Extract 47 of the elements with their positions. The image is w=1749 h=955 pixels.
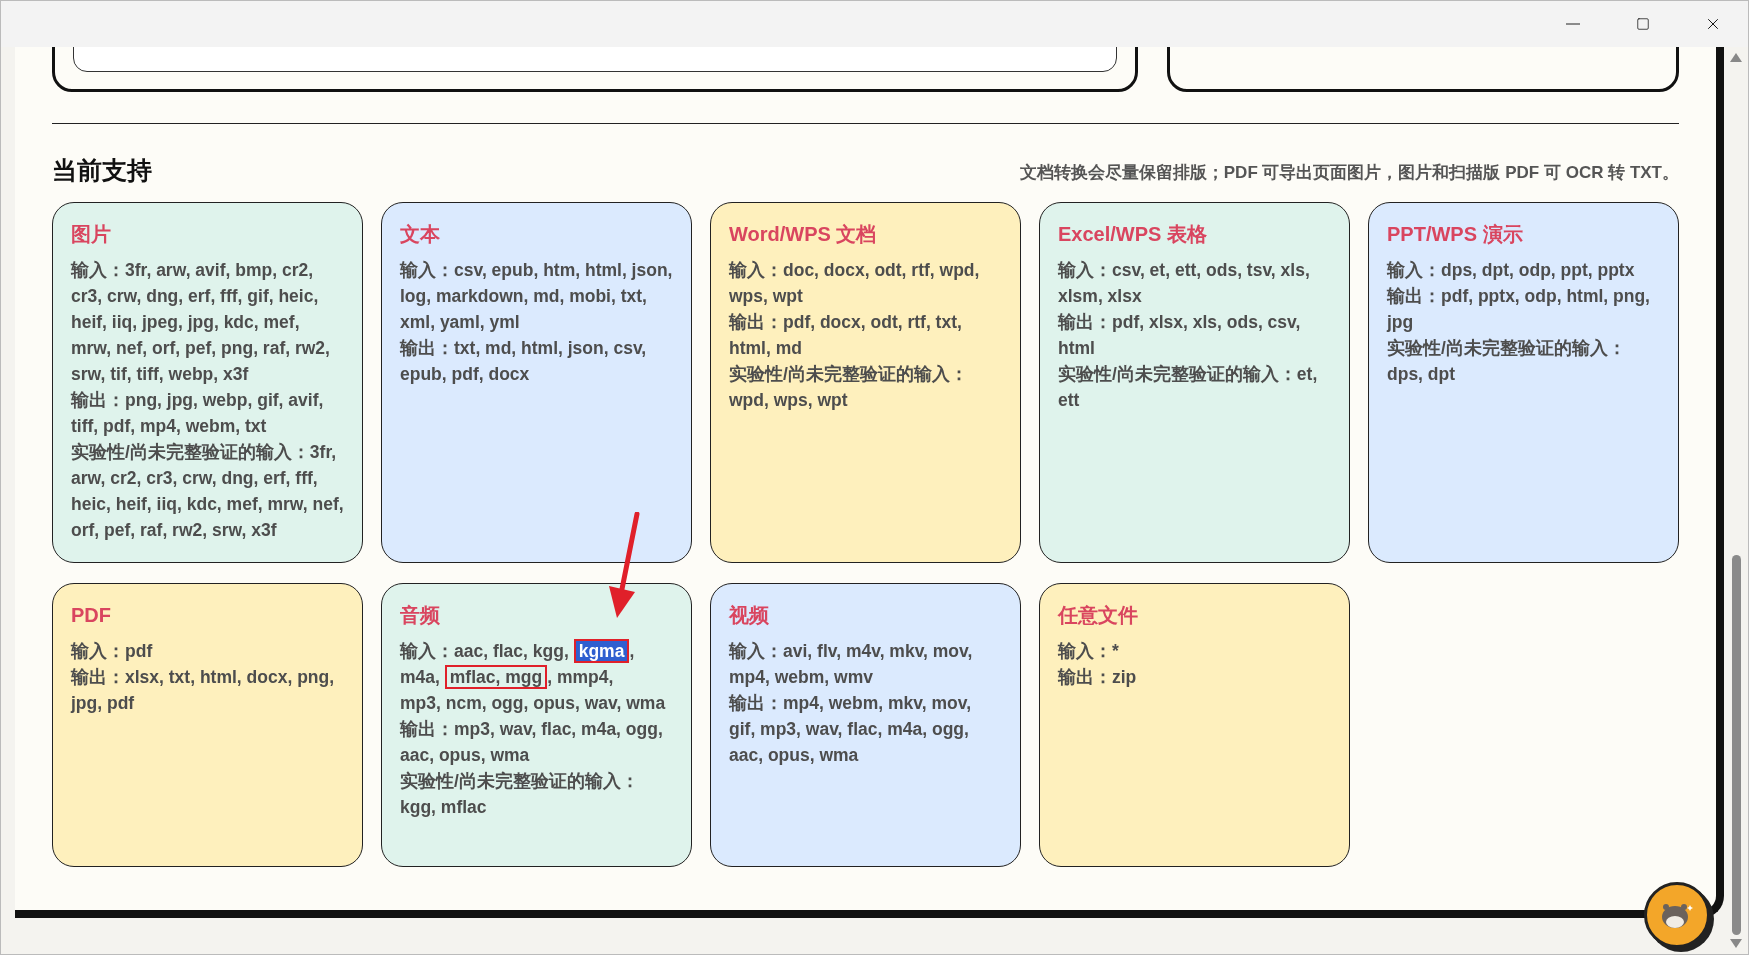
format-list: 实验性/尚未完整验证的输入：wpd, wps, wpt	[729, 361, 1002, 413]
format-list: 输出：pdf, docx, odt, rtf, txt, html, md	[729, 309, 1002, 361]
format-list: 输入：*	[1058, 638, 1331, 664]
card-title: PPT/WPS 演示	[1387, 222, 1524, 247]
selected-text: kgma	[573, 639, 630, 663]
format-list: 输入：pdf	[71, 638, 344, 664]
format-list: 实验性/尚未完整验证的输入：kgg, mflac	[400, 768, 673, 820]
format-list: 输入：csv, epub, htm, html, json, log, markdown, md, mobi, txt, xml, yaml, yml	[400, 257, 673, 335]
format-list: 输出：zip	[1058, 664, 1331, 690]
card-title: Word/WPS 文档	[729, 222, 878, 247]
format-text: , mmp4,	[547, 667, 614, 687]
scroll-up-icon	[1730, 53, 1742, 62]
format-list: 输入：avi, flv, m4v, mkv, mov, mp4, webm, wmv	[729, 638, 1002, 690]
section-note: 文档转换会尽量保留排版；PDF 可导出页面图片，图片和扫描版 PDF 可 OCR 转 TXT。	[1019, 162, 1679, 184]
format-list: 输出：pdf, pptx, odp, html, png, jpg	[1387, 283, 1660, 335]
card-title: 音频	[400, 603, 441, 628]
format-list: 输入：doc, docx, odt, rtf, wpd, wps, wpt	[729, 257, 1002, 309]
format-list: 输入：csv, et, ett, ods, tsv, xls, xlsm, xlsx	[1058, 257, 1331, 309]
card-title: 图片	[71, 222, 112, 247]
section-title: 当前支持	[52, 155, 152, 186]
format-list: 输出：txt, md, html, json, csv, epub, pdf, docx	[400, 335, 673, 387]
format-text: m4a,	[400, 667, 440, 687]
scroll-thumb[interactable]	[1731, 555, 1741, 935]
card-title: 文本	[400, 222, 441, 247]
format-text: 输入：aac, flac, kgg,	[400, 641, 569, 661]
format-list: 实验性/尚未完整验证的输入：et, ett	[1058, 361, 1331, 413]
format-list: 实验性/尚未完整验证的输入：dps, dpt	[1387, 335, 1660, 387]
card-title: 任意文件	[1058, 603, 1139, 628]
scroll-down-icon	[1730, 939, 1742, 948]
format-text: ,	[629, 641, 635, 661]
format-list: 输出：mp4, webm, mkv, mov, gif, mp3, wav, flac, m4a, ogg, aac, opus, wma	[729, 690, 1002, 768]
format-list: 输出：xlsx, txt, html, docx, png, jpg, pdf	[71, 664, 344, 716]
marked-text: mflac, mgg	[444, 665, 548, 689]
scrollbar[interactable]	[1724, 47, 1748, 954]
format-text: wma	[626, 693, 666, 713]
minimize-icon	[1566, 23, 1580, 25]
format-list: 输出：pdf, xlsx, xls, ods, csv, html	[1058, 309, 1331, 361]
card-title: PDF	[71, 603, 112, 628]
card-title: 视频	[729, 603, 770, 628]
format-list: 输出：mp3, wav, flac, m4a, ogg, aac, opus, wma	[400, 716, 673, 768]
format-list: 实验性/尚未完整验证的输入：3fr, arw, cr2, cr3, crw, dng, erf, fff, heic, heif, iiq, kdc, mef, mrw, nef, orf, pef, raf, rw2, srw, x3f	[71, 439, 344, 543]
maximize-icon	[1636, 17, 1650, 31]
format-text: mp3, ncm, ogg, opus, wav,	[400, 693, 622, 713]
format-list: 输入：3fr, arw, avif, bmp, cr2, cr3, crw, dng, erf, fff, gif, heic, heif, iiq, jpeg, jpg, kdc, mef, mrw, nef, orf, pef, png, raf, rw2, srw, tif, tiff, webp, x3f	[71, 257, 344, 387]
format-list: 输入：dps, dpt, odp, ppt, pptx	[1387, 257, 1660, 283]
card-title: Excel/WPS 表格	[1058, 222, 1208, 247]
format-list: 输出：png, jpg, webp, gif, avif, tiff, pdf, mp4, webm, txt	[71, 387, 344, 439]
